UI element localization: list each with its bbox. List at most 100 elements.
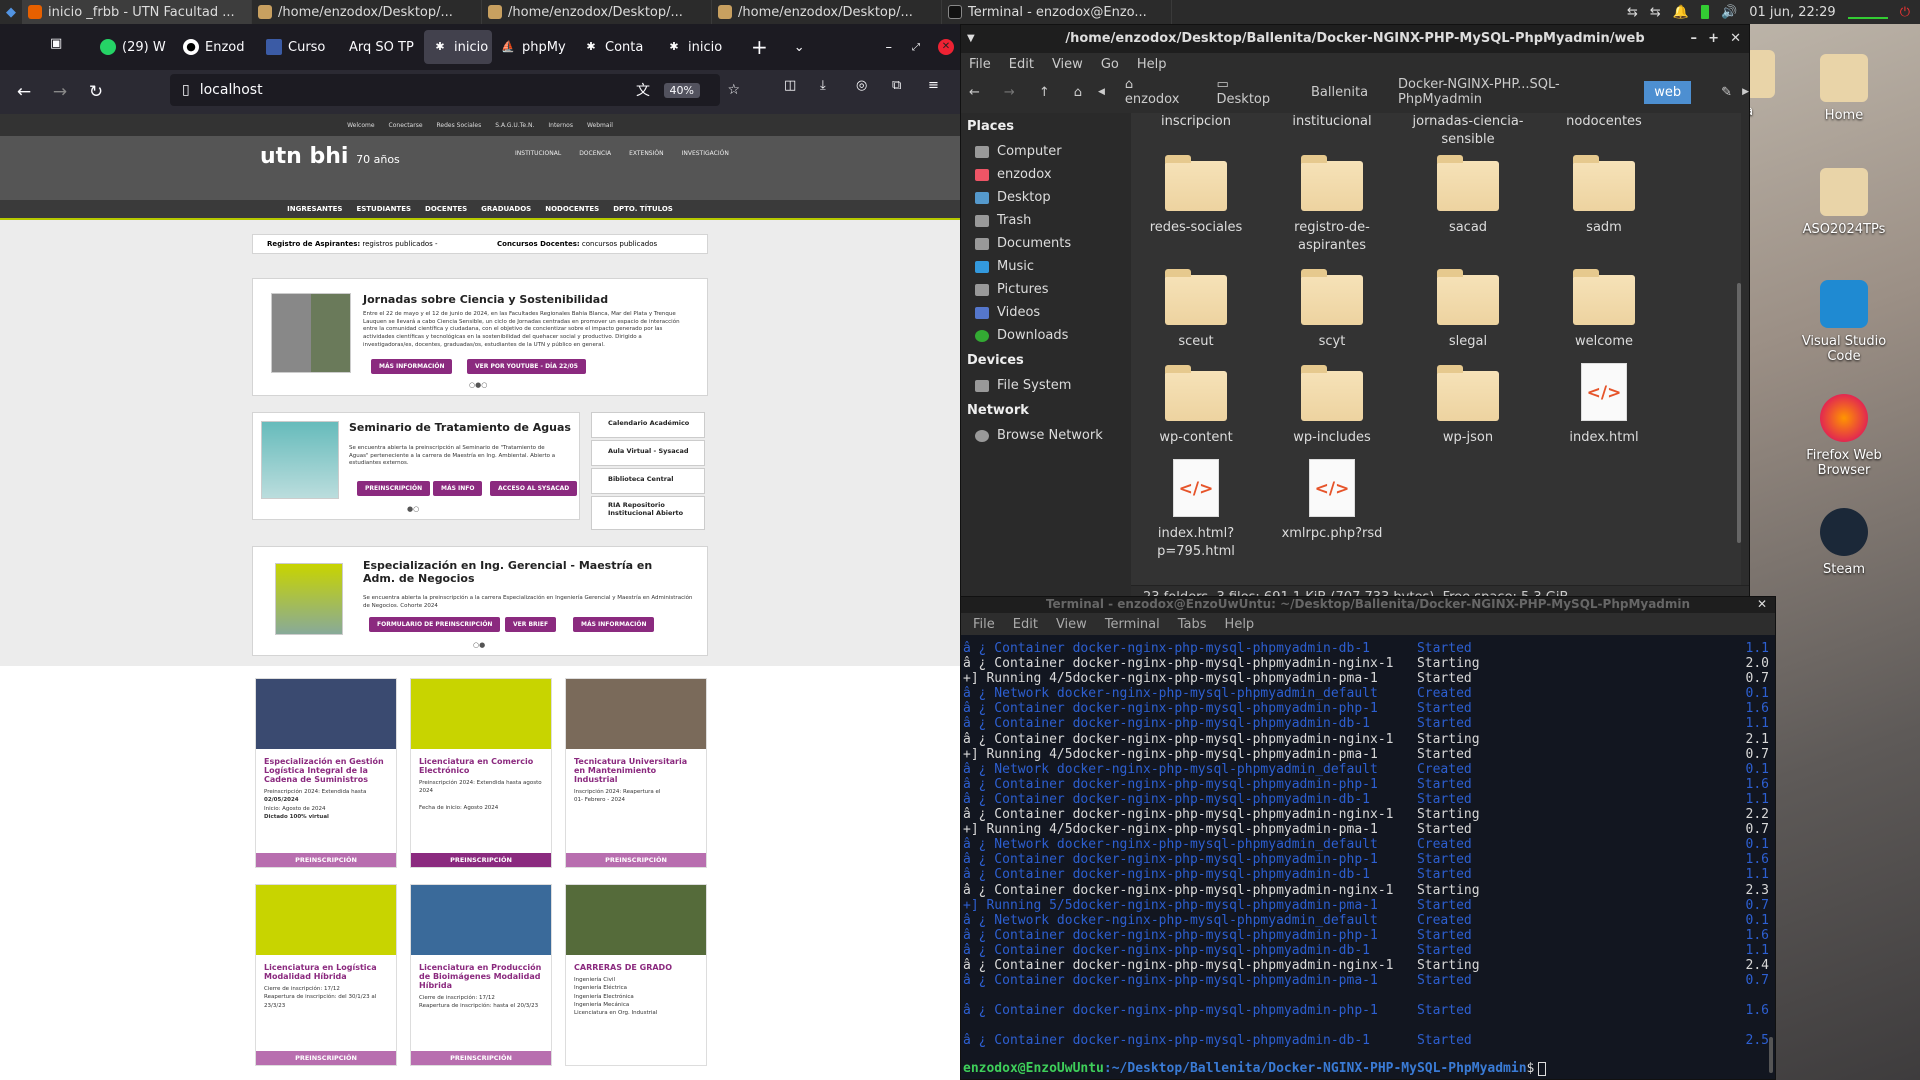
window-title-bar[interactable]: ▼ /home/enzodox/Desktop/Ballenita/Docker…: [961, 25, 1749, 53]
folder-item[interactable]: wp-json: [1403, 365, 1533, 447]
folder-item[interactable]: wp-content: [1131, 365, 1261, 447]
mas-info-button[interactable]: MÁS INFO: [433, 481, 483, 496]
menu-item-terminal[interactable]: Terminal: [1105, 617, 1160, 632]
close-window-icon[interactable]: ✕: [938, 39, 954, 55]
preinscripcion-button[interactable]: PREINSCRIPCIÓN: [566, 853, 706, 867]
battery-icon[interactable]: [1701, 5, 1710, 19]
preinscripcion-button[interactable]: PREINSCRIPCIÓN: [256, 853, 396, 867]
network-arrows-icon[interactable]: ⇆: [1650, 5, 1661, 20]
main-menu-item[interactable]: NODOCENTES: [545, 205, 599, 213]
main-menu-item[interactable]: DPTO. TÍTULOS: [613, 205, 673, 213]
folder-item[interactable]: scyt: [1267, 269, 1397, 351]
taskbar-item-folder[interactable]: /home/enzodox/Desktop/...: [252, 0, 482, 24]
breadcrumb-right-icon[interactable]: ▶: [1742, 87, 1749, 97]
pocket-icon[interactable]: ◫: [784, 78, 796, 93]
program-card[interactable]: Licenciatura en Logística Modalidad Híbr…: [255, 884, 397, 1066]
desktop-icon-steam[interactable]: Steam: [1789, 508, 1899, 577]
translate-icon[interactable]: 文: [636, 80, 650, 100]
breadcrumb-left-icon[interactable]: ◀: [1098, 87, 1105, 97]
edit-path-icon[interactable]: ✎: [1721, 85, 1732, 100]
quick-link-biblioteca[interactable]: Biblioteca Central: [591, 468, 705, 494]
window-title-bar[interactable]: Terminal - enzodox@EnzoUwUntu: ~/Desktop…: [961, 597, 1775, 613]
home-icon[interactable]: ⌂: [1074, 85, 1082, 100]
folder-item[interactable]: welcome: [1539, 269, 1669, 351]
tab[interactable]: Arq SO TP: [341, 30, 424, 64]
back-icon[interactable]: ←: [10, 78, 38, 106]
menu-icon[interactable]: ≡: [928, 78, 939, 93]
forward-icon[interactable]: →: [1004, 85, 1015, 100]
util-link[interactable]: Redes Sociales: [437, 122, 482, 129]
program-card[interactable]: Especialización en Gestión Logística Int…: [255, 678, 397, 868]
sidebar-item-browse-network[interactable]: Browse Network: [961, 424, 1131, 447]
account-icon[interactable]: ◎: [856, 78, 867, 93]
notification-bell-icon[interactable]: 🔔: [1673, 5, 1689, 20]
up-icon[interactable]: ↑: [1039, 85, 1050, 100]
menu-item-file[interactable]: File: [973, 617, 995, 632]
close-icon[interactable]: ✕: [1730, 25, 1741, 53]
url-bar[interactable]: ▯ localhost 文 40% ☆: [170, 74, 740, 106]
preinscripcion-button[interactable]: PREINSCRIPCIÓN: [411, 1051, 551, 1065]
desktop-icon-firefox[interactable]: Firefox Web Browser: [1789, 394, 1899, 478]
maximize-icon[interactable]: ⤢: [912, 42, 920, 53]
breadcrumb-enzodox[interactable]: ⌂ enzodox: [1115, 73, 1197, 111]
tab[interactable]: Curso: [258, 30, 341, 64]
util-link[interactable]: Internos: [548, 122, 573, 129]
youtube-button[interactable]: VER POR YOUTUBE - DÍA 22/05: [467, 359, 586, 374]
file-item[interactable]: jornadas-ciencia- sensible: [1403, 113, 1533, 148]
util-link[interactable]: Webmail: [587, 122, 613, 129]
program-card[interactable]: CARRERAS DE GRADO Ingeniería Civil Ingeni…: [565, 884, 707, 1066]
tab-list-icon[interactable]: ▣: [50, 36, 62, 51]
sysacad-button[interactable]: ACCESO AL SYSACAD: [490, 481, 578, 496]
sidebar-item-pictures[interactable]: Pictures: [961, 278, 1131, 301]
top-menu-item[interactable]: EXTENSIÓN: [629, 150, 664, 157]
sidebar-item-filesystem[interactable]: File System: [961, 374, 1131, 397]
taskbar-item-firefox[interactable]: inicio _frbb - UTN Facultad ...: [22, 0, 252, 24]
site-logo[interactable]: utn bhi 70 años: [260, 144, 400, 169]
folder-item[interactable]: slegal: [1403, 269, 1533, 351]
scrollbar[interactable]: [1769, 1037, 1773, 1073]
terminal-prompt[interactable]: enzodox@EnzoUwUntu:~/Desktop/Ballenita/D…: [963, 1061, 1547, 1076]
new-tab-icon[interactable]: +: [751, 35, 768, 59]
extensions-icon[interactable]: ⧉: [892, 78, 901, 93]
desktop-icon-home[interactable]: Home: [1789, 54, 1899, 123]
window-menu-icon[interactable]: ▼: [967, 25, 975, 53]
program-card[interactable]: Licenciatura en Comercio Electrónico Pre…: [410, 678, 552, 868]
back-icon[interactable]: ←: [969, 85, 980, 100]
menu-item-edit[interactable]: Edit: [1009, 57, 1034, 72]
menu-item-file[interactable]: File: [969, 57, 991, 72]
tab[interactable]: ✱ Conta: [575, 30, 658, 64]
util-link[interactable]: S.A.G.U.Te.N.: [495, 122, 534, 129]
preinscripcion-button[interactable]: PREINSCRIPCIÓN: [256, 1051, 396, 1065]
clock[interactable]: 01 jun, 22:29: [1749, 5, 1836, 20]
folder-item[interactable]: redes-sociales: [1131, 155, 1261, 237]
preinscripcion-button[interactable]: PREINSCRIPCIÓN: [411, 853, 551, 867]
file-item[interactable]: nodocentes: [1539, 113, 1669, 131]
network-arrows-icon[interactable]: ⇆: [1627, 5, 1638, 20]
tab[interactable]: (29) W: [92, 30, 175, 64]
quick-link-aula-virtual[interactable]: Aula Virtual - Sysacad: [591, 440, 705, 466]
util-link[interactable]: Welcome: [347, 122, 374, 129]
sidebar-item-home[interactable]: enzodox: [961, 163, 1131, 186]
util-link[interactable]: Conectarse: [389, 122, 423, 129]
slider-dots[interactable]: ○●○: [469, 381, 487, 389]
menu-item-view[interactable]: View: [1052, 57, 1083, 72]
maximize-icon[interactable]: +: [1708, 25, 1719, 53]
main-menu-item[interactable]: INGRESANTES: [287, 205, 342, 213]
sidebar-item-documents[interactable]: Documents: [961, 232, 1131, 255]
top-menu-item[interactable]: INSTITUCIONAL: [515, 150, 561, 157]
file-item[interactable]: </> index.html: [1539, 363, 1669, 447]
file-item[interactable]: </> index.html? p=795.html: [1131, 459, 1261, 560]
sidebar-item-computer[interactable]: Computer: [961, 140, 1131, 163]
menu-item-tabs[interactable]: Tabs: [1178, 617, 1207, 632]
folder-item[interactable]: sadm: [1539, 155, 1669, 237]
menu-item-edit[interactable]: Edit: [1013, 617, 1038, 632]
bookmark-star-icon[interactable]: ☆: [727, 82, 740, 98]
ticker-text[interactable]: registros publicados -: [362, 240, 437, 248]
breadcrumb-ballenita[interactable]: Ballenita: [1301, 81, 1378, 104]
sidebar-item-desktop[interactable]: Desktop: [961, 186, 1131, 209]
breadcrumb-web[interactable]: web: [1644, 80, 1692, 104]
ver-brief-button[interactable]: VER BRIEF: [505, 617, 557, 632]
url-text[interactable]: localhost: [200, 82, 263, 98]
minimize-icon[interactable]: –: [1691, 25, 1698, 53]
tab-overflow-icon[interactable]: ⌄: [794, 40, 805, 55]
